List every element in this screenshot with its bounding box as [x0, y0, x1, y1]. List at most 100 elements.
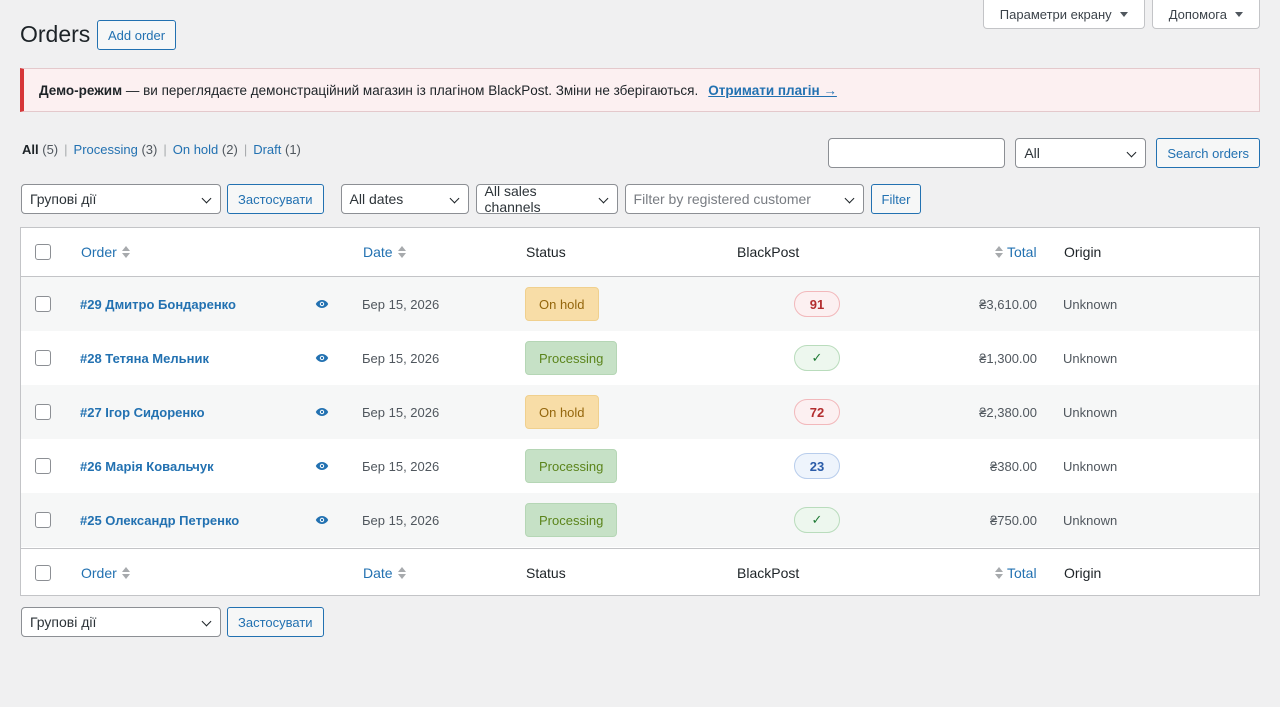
sort-arrows-icon — [121, 566, 130, 579]
order-origin: Unknown — [1063, 296, 1118, 312]
chevron-down-icon — [201, 193, 212, 204]
get-plugin-link[interactable]: Отримати плагін → — [708, 83, 837, 98]
bulk-actions-value: Групові дії — [30, 191, 97, 207]
views-separator: | — [64, 142, 68, 157]
blackpost-badge: ✓ — [794, 507, 840, 533]
table-row: #25 Олександр Петренко Бер 15, 2026 Proces… — [21, 493, 1259, 547]
screen-meta-links: Параметри екрану Допомога — [982, 0, 1260, 29]
order-link[interactable]: #27 Ігор Сидоренко — [80, 405, 205, 420]
sort-order-link[interactable]: Order — [81, 565, 117, 581]
order-origin: Unknown — [1063, 404, 1118, 420]
sort-arrows-icon — [397, 566, 406, 579]
apply-button-bottom[interactable]: Застосувати — [227, 607, 324, 637]
row-checkbox[interactable] — [35, 404, 51, 420]
caret-down-icon — [1119, 11, 1128, 17]
order-date: Бер 15, 2026 — [362, 458, 440, 474]
status-badge: On hold — [525, 287, 599, 321]
status-badge: On hold — [525, 395, 599, 429]
search-orders-button[interactable]: Search orders — [1156, 138, 1260, 168]
caret-down-icon — [1235, 11, 1243, 17]
dates-select[interactable]: All dates — [340, 184, 469, 214]
views-separator: | — [243, 142, 248, 157]
sort-arrows-icon — [121, 246, 130, 258]
sort-date-link[interactable]: Date — [363, 565, 393, 581]
eye-icon[interactable] — [315, 351, 329, 366]
chevron-down-icon — [844, 193, 854, 204]
view-on-hold-label[interactable]: On hold — [173, 142, 219, 157]
view-processing[interactable]: Processing (3) — [74, 142, 158, 157]
row-checkbox[interactable] — [35, 458, 51, 474]
order-status-views: All (5) | Processing (3) | On hold (2) |… — [22, 142, 301, 157]
notice-title: Демо-режим — [39, 82, 123, 98]
blackpost-badge: 72 — [794, 399, 840, 425]
search-box: All Search orders — [828, 138, 1260, 168]
table-row: #28 Тетяна Мельник Бер 15, 2026 Processing… — [21, 331, 1259, 385]
select-all-checkbox[interactable] — [35, 244, 51, 260]
add-order-button[interactable]: Add order — [97, 20, 177, 50]
bulk-actions-value: Групові дії — [30, 614, 97, 630]
customer-filter-placeholder: Filter by registered customer — [633, 191, 811, 207]
origin-column-header: Origin — [1064, 564, 1102, 581]
order-link[interactable]: #25 Олександр Петренко — [80, 513, 239, 528]
sort-date-link[interactable]: Date — [363, 244, 393, 260]
table-row: #29 Дмитро Бондаренко Бер 15, 2026 On hold… — [21, 277, 1259, 331]
search-input[interactable] — [828, 138, 1006, 168]
blackpost-badge: 23 — [794, 453, 840, 479]
blackpost-badge: 91 — [794, 291, 840, 317]
select-all-checkbox[interactable] — [35, 564, 51, 581]
table-footer: Order Date Status BlackPost Total Origin — [21, 548, 1259, 596]
view-on-hold[interactable]: On hold (2) — [173, 142, 238, 157]
bulk-actions-select[interactable]: Групові дії — [21, 184, 221, 214]
status-column-header: Status — [526, 564, 566, 581]
order-link[interactable]: #28 Тетяна Мельник — [80, 351, 209, 366]
view-all-label[interactable]: All — [22, 142, 39, 157]
apply-button[interactable]: Застосувати — [227, 184, 324, 214]
customer-filter-select[interactable]: Filter by registered customer — [624, 184, 864, 214]
table-row: #27 Ігор Сидоренко Бер 15, 2026 On hold 72 ₴… — [21, 385, 1259, 439]
eye-icon[interactable] — [315, 297, 329, 312]
order-date: Бер 15, 2026 — [362, 404, 440, 420]
order-total: ₴750.00 — [990, 512, 1037, 528]
view-draft-label[interactable]: Draft — [253, 142, 281, 157]
order-total: ₴3,610.00 — [979, 296, 1037, 312]
bulk-actions-select-bottom[interactable]: Групові дії — [21, 607, 221, 637]
order-origin: Unknown — [1063, 512, 1118, 528]
status-select[interactable]: All — [1015, 138, 1147, 168]
orders-table: Order Date Status BlackPost Total Origin… — [20, 227, 1260, 596]
row-checkbox[interactable] — [35, 512, 51, 528]
help-tab[interactable]: Допомога — [1151, 0, 1260, 29]
eye-icon[interactable] — [315, 405, 329, 420]
status-badge: Processing — [525, 503, 618, 537]
order-date: Бер 15, 2026 — [362, 512, 440, 528]
view-draft-count: (1) — [285, 142, 301, 157]
view-all[interactable]: All (5) — [22, 142, 58, 157]
view-processing-label[interactable]: Processing — [74, 142, 138, 157]
chevron-down-icon — [201, 616, 212, 627]
blackpost-column-header: BlackPost — [737, 564, 800, 581]
order-origin: Unknown — [1063, 458, 1118, 474]
sales-channels-select[interactable]: All sales channels — [475, 183, 618, 215]
sort-total-link[interactable]: Total — [1007, 244, 1037, 260]
order-date: Бер 15, 2026 — [362, 350, 440, 366]
tablenav-top: Групові дії Застосувати All dates All sa… — [21, 183, 922, 215]
filter-button[interactable]: Filter — [870, 184, 922, 214]
sort-order-link[interactable]: Order — [81, 244, 117, 260]
eye-icon[interactable] — [315, 459, 329, 474]
sort-arrows-icon — [995, 566, 1003, 579]
view-on-hold-count: (2) — [221, 142, 238, 157]
chevron-down-icon — [1126, 147, 1137, 158]
sort-arrows-icon — [995, 246, 1003, 258]
notice-text: — ви переглядаєте демонстраційний магази… — [122, 82, 699, 98]
sort-total-link[interactable]: Total — [1007, 565, 1037, 581]
order-link[interactable]: #26 Марія Ковальчук — [80, 459, 214, 474]
row-checkbox[interactable] — [35, 296, 51, 312]
screen-options-tab[interactable]: Параметри екрану — [982, 0, 1145, 29]
order-link[interactable]: #29 Дмитро Бондаренко — [80, 297, 236, 312]
order-date: Бер 15, 2026 — [362, 296, 440, 312]
view-draft[interactable]: Draft (1) — [253, 142, 301, 157]
order-total: ₴2,380.00 — [979, 404, 1037, 420]
view-processing-count: (3) — [141, 142, 158, 157]
row-checkbox[interactable] — [35, 350, 51, 366]
eye-icon[interactable] — [315, 513, 329, 528]
sort-arrows-icon — [397, 246, 406, 258]
